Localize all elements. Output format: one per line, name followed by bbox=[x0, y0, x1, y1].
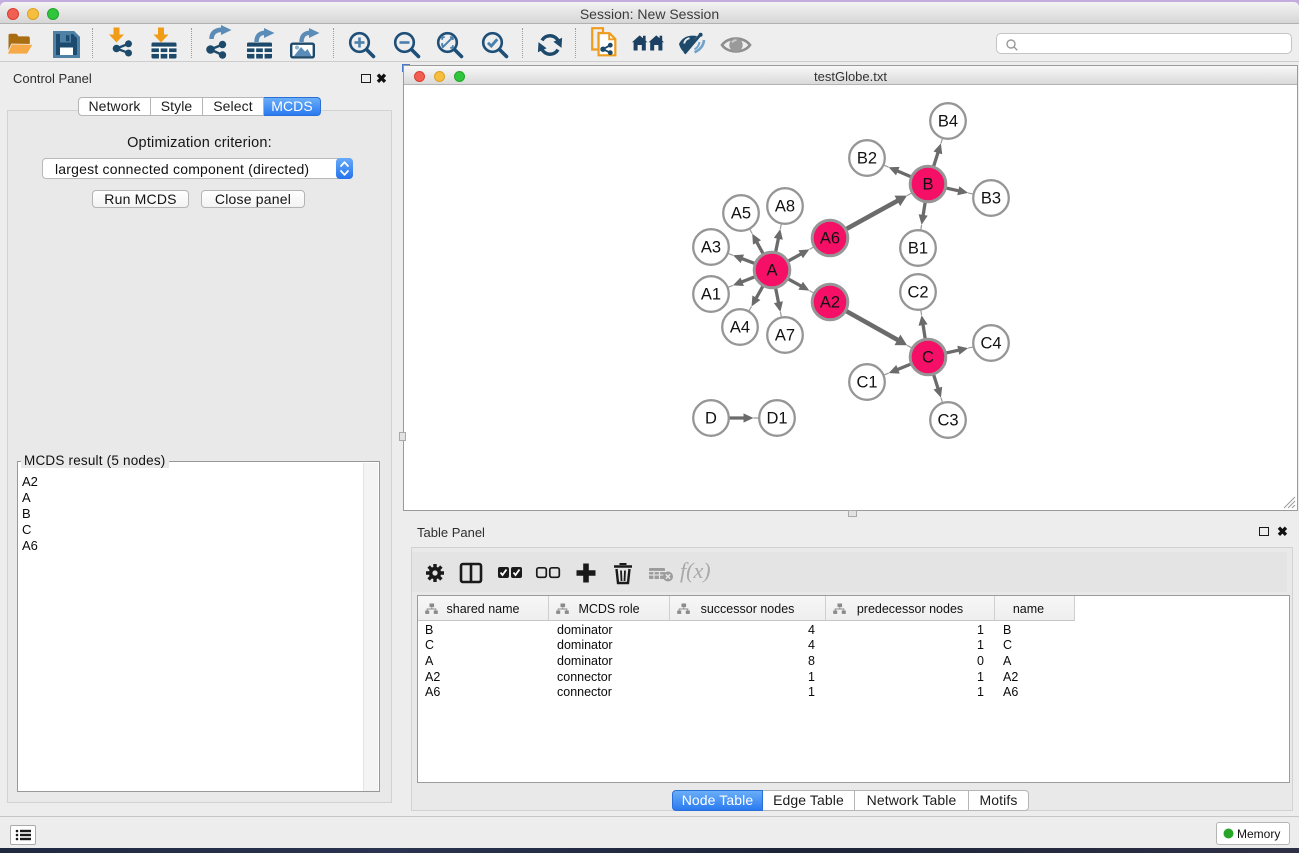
svg-text:A8: A8 bbox=[775, 198, 795, 216]
svg-text:A: A bbox=[766, 262, 777, 280]
svg-text:B3: B3 bbox=[981, 190, 1001, 208]
svg-text:A7: A7 bbox=[775, 327, 795, 345]
svg-text:D1: D1 bbox=[766, 410, 787, 428]
svg-text:C4: C4 bbox=[980, 335, 1001, 353]
svg-text:C1: C1 bbox=[856, 374, 877, 392]
svg-text:A6: A6 bbox=[820, 230, 840, 248]
svg-text:C: C bbox=[922, 349, 934, 367]
svg-text:B2: B2 bbox=[857, 150, 877, 168]
svg-text:A5: A5 bbox=[731, 205, 751, 223]
svg-text:A4: A4 bbox=[730, 319, 750, 337]
svg-text:C2: C2 bbox=[907, 284, 928, 302]
svg-text:B: B bbox=[922, 176, 933, 194]
svg-text:C3: C3 bbox=[937, 412, 958, 430]
svg-text:A2: A2 bbox=[820, 294, 840, 312]
svg-text:D: D bbox=[705, 410, 717, 428]
svg-text:B1: B1 bbox=[908, 240, 928, 258]
svg-text:B4: B4 bbox=[938, 113, 958, 131]
svg-text:A1: A1 bbox=[701, 286, 721, 304]
svg-text:A3: A3 bbox=[701, 239, 721, 257]
